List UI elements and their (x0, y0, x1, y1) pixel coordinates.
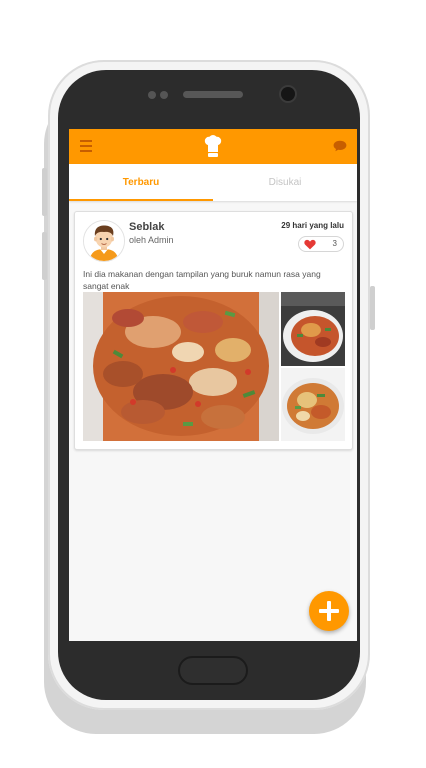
food-photo-main[interactable] (83, 292, 279, 441)
chef-hat-icon (204, 135, 222, 157)
tab-disukai[interactable]: Disukai (213, 164, 357, 201)
active-tab-indicator (69, 199, 213, 201)
tab-bar: Terbaru Disukai (69, 164, 357, 201)
power-button (370, 286, 375, 330)
plus-icon (319, 609, 339, 613)
sensor-dot (148, 91, 156, 99)
home-button[interactable] (178, 656, 248, 685)
food-photo-thumbnail[interactable] (281, 292, 345, 366)
add-post-button[interactable] (309, 591, 349, 631)
app-screen: Terbaru Disukai Seblak oleh Admin 29 har… (69, 129, 357, 641)
post-card[interactable]: Seblak oleh Admin 29 hari yang lalu 3 In… (74, 211, 353, 450)
sensor-dot (160, 91, 168, 99)
front-camera (281, 87, 295, 101)
hamburger-menu-icon[interactable] (80, 140, 92, 152)
volume-button-lower (42, 232, 47, 280)
volume-button (42, 168, 47, 216)
food-photo-thumbnail[interactable] (281, 368, 345, 441)
post-description: Ini dia makanan dengan tampilan yang bur… (83, 269, 321, 291)
heart-icon (304, 239, 316, 250)
post-title: Seblak (129, 221, 165, 233)
tab-terbaru[interactable]: Terbaru (69, 164, 213, 201)
earpiece-speaker (183, 91, 243, 98)
avatar (83, 220, 125, 262)
post-author: oleh Admin (129, 235, 174, 245)
chat-bubble-icon[interactable] (333, 140, 347, 152)
like-count: 3 (332, 239, 337, 248)
like-button[interactable]: 3 (298, 236, 344, 252)
post-timestamp: 29 hari yang lalu (281, 221, 344, 230)
app-bar (69, 129, 357, 164)
